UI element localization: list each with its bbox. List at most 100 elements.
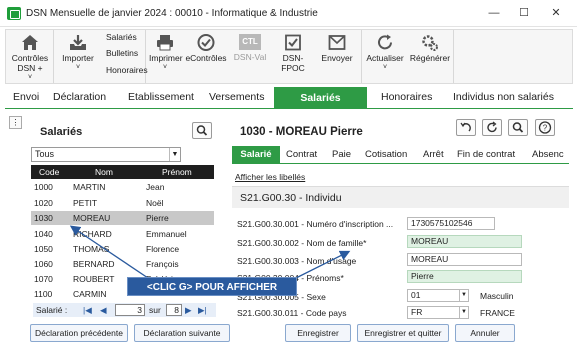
regenerer-label: Régénérer	[409, 53, 451, 63]
check-circle-icon	[197, 34, 215, 51]
declaration-suivante-button[interactable]: Déclaration suivante	[134, 324, 230, 342]
tab-etablissement[interactable]: Etablissement	[128, 91, 194, 103]
dsn-fpoc-label: DSN-FPOC	[281, 53, 305, 73]
imprimer-label: Imprimer	[149, 53, 183, 63]
search-icon	[196, 125, 208, 136]
dsn-fpoc-button[interactable]: DSN-FPOC	[272, 34, 314, 73]
side-menu-toggle[interactable]: ⋮	[9, 116, 22, 129]
first-page-icon[interactable]: |◀	[83, 305, 92, 316]
next-page-icon[interactable]: ▶	[185, 305, 192, 316]
cell-prenom: François	[146, 259, 179, 269]
search-salarie-button[interactable]	[192, 122, 212, 139]
column-header-code: Code	[39, 167, 60, 177]
salaries-table-header: Code Nom Prénom	[31, 165, 214, 179]
econtroles-button[interactable]: eContrôles	[184, 34, 228, 63]
refresh-salarie-button[interactable]	[482, 119, 502, 136]
table-row[interactable]: 1000 MARTIN Jean	[31, 180, 214, 194]
last-page-icon[interactable]: ▶|	[198, 305, 207, 316]
importer-button[interactable]: Importer ˅	[60, 34, 96, 73]
dsn-val-label: DSN-Val	[233, 52, 267, 62]
chevron-down-icon: ˅	[27, 74, 33, 81]
afficher-libelles-link[interactable]: Afficher les libellés	[235, 172, 305, 182]
home-icon	[22, 35, 38, 50]
subtab-fin-de-contrat[interactable]: Fin de contrat	[457, 149, 515, 160]
section-header-individu: S21.G00.30 - Individu	[232, 186, 569, 208]
help-icon: ?	[538, 121, 552, 134]
table-row[interactable]: 1050 THOMAS Florence	[31, 242, 214, 256]
prenoms-field[interactable]: Pierre	[407, 270, 522, 283]
declaration-precedente-button[interactable]: Déclaration précédente	[30, 324, 128, 342]
code-pays-select[interactable]: FR ▼	[407, 306, 469, 319]
sexe-libelle: Masculin	[480, 291, 514, 301]
app-logo-icon	[7, 7, 21, 20]
cell-prenom: Florence	[146, 244, 180, 254]
controles-dsn-button[interactable]: Contrôles DSN + ˅	[8, 34, 52, 83]
cell-nom: BERNARD	[73, 259, 115, 269]
table-row[interactable]: 1040 RICHARD Emmanuel	[31, 227, 214, 241]
honoraires-import-link[interactable]: Honoraires	[106, 65, 148, 75]
tab-versements[interactable]: Versements	[209, 91, 264, 103]
numero-inscription-field[interactable]: 1730575102546	[407, 217, 495, 230]
maximize-button[interactable]: ☐	[514, 4, 534, 22]
help-button[interactable]: ?	[535, 119, 555, 136]
prev-page-icon[interactable]: ◀	[100, 305, 107, 316]
actualiser-button[interactable]: Actualiser ˅	[364, 34, 406, 73]
imprimer-button[interactable]: Imprimer ˅	[149, 34, 183, 73]
search-icon	[512, 122, 524, 133]
cell-nom: MARTIN	[73, 182, 106, 192]
cell-code: 1070	[34, 274, 53, 284]
importer-label: Importer	[62, 53, 94, 63]
minimize-button[interactable]: —	[484, 4, 504, 22]
cell-code: 1050	[34, 244, 53, 254]
import-tray-icon	[70, 35, 86, 50]
tab-honoraires[interactable]: Honoraires	[381, 91, 432, 103]
cell-prenom: Noël	[146, 198, 164, 208]
chevron-down-icon: ˅	[75, 64, 81, 71]
cell-nom: MOREAU	[73, 213, 111, 223]
current-page-input[interactable]: 3	[115, 304, 145, 316]
nom-famille-field[interactable]: MOREAU	[407, 235, 522, 248]
subtab-cotisation[interactable]: Cotisation	[365, 149, 407, 160]
undo-icon	[460, 122, 471, 132]
tab-envoi[interactable]: Envoi	[13, 91, 39, 103]
cell-nom: RICHARD	[73, 229, 112, 239]
salaries-import-link[interactable]: Salariés	[106, 32, 137, 42]
sexe-select[interactable]: 01 ▼	[407, 289, 469, 302]
subtab-paie[interactable]: Paie	[332, 149, 351, 160]
bulletins-import-link[interactable]: Bulletins	[106, 48, 138, 58]
checkbox-icon	[285, 34, 301, 51]
subtab-contrat[interactable]: Contrat	[286, 149, 317, 160]
undo-button[interactable]	[456, 119, 476, 136]
enregistrer-quitter-button[interactable]: Enregistrer et quitter	[357, 324, 449, 342]
annuler-button[interactable]: Annuler	[455, 324, 515, 342]
cell-code: 1030	[34, 213, 53, 223]
dsn-val-button[interactable]: CTL DSN-Val	[232, 34, 268, 62]
cell-prenom: Emmanuel	[146, 229, 187, 239]
tab-declaration[interactable]: Déclaration	[53, 91, 106, 103]
printer-icon	[157, 35, 173, 51]
ctl-icon: CTL	[239, 34, 261, 50]
chevron-down-icon: ˅	[382, 64, 388, 71]
salarie-subtabs: Salarié Contrat Paie Cotisation Arrêt Fi…	[232, 146, 569, 164]
table-row-selected[interactable]: 1030 MOREAU Pierre	[31, 211, 214, 225]
subtab-arret[interactable]: Arrêt	[423, 149, 444, 160]
table-row[interactable]: 1060 BERNARD François	[31, 257, 214, 271]
tab-individus-non-salaries[interactable]: Individus non salariés	[453, 91, 554, 103]
salaries-filter-select[interactable]: Tous ▼	[31, 147, 181, 162]
subtab-absence[interactable]: Absenc	[532, 149, 564, 160]
cell-code: 1040	[34, 229, 53, 239]
envoyer-label: Envoyer	[321, 53, 353, 63]
nom-usage-field[interactable]: MOREAU	[407, 253, 522, 266]
regenerer-button[interactable]: Régénérer	[408, 34, 452, 63]
search-field-button[interactable]	[508, 119, 528, 136]
close-button[interactable]: ✕	[546, 4, 566, 22]
envoyer-button[interactable]: Envoyer	[318, 34, 356, 63]
table-row[interactable]: 1020 PETIT Noël	[31, 196, 214, 210]
tab-salaries[interactable]: Salariés	[274, 87, 367, 109]
column-header-nom: Nom	[95, 167, 113, 177]
enregistrer-button[interactable]: Enregistrer	[285, 324, 351, 342]
gears-icon	[422, 35, 438, 51]
subtab-salarie[interactable]: Salarié	[232, 146, 280, 164]
cell-code: 1000	[34, 182, 53, 192]
salaries-list-title: Salariés	[40, 126, 83, 138]
